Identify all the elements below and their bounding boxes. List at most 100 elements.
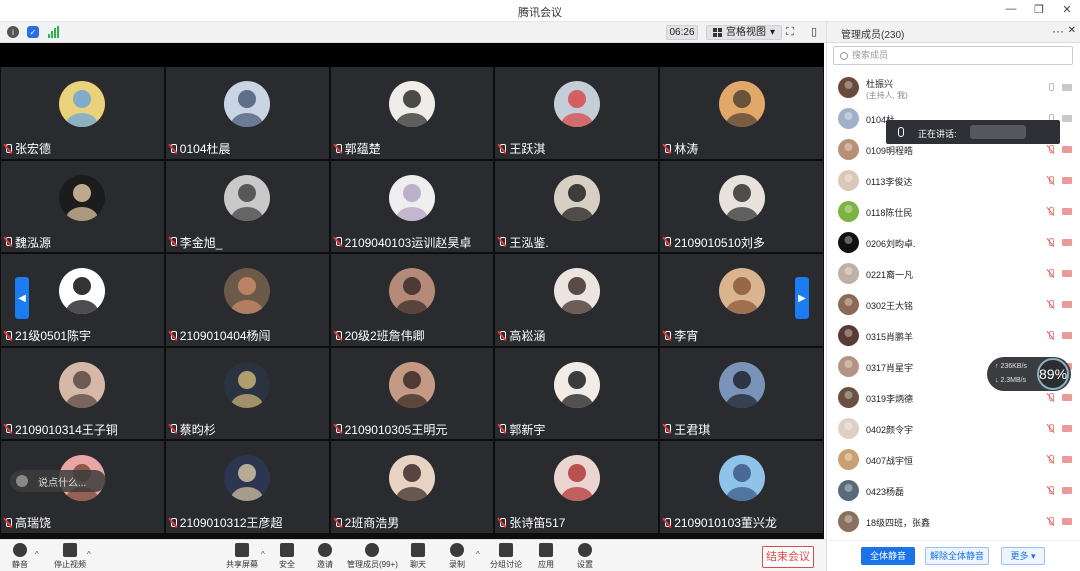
- microphone-icon[interactable]: [1047, 83, 1055, 93]
- participant-tile[interactable]: 王君琪: [660, 347, 823, 440]
- close-panel-icon[interactable]: ✕: [1068, 25, 1076, 36]
- camera-icon[interactable]: [1062, 270, 1072, 277]
- member-row[interactable]: 0206刘昀卓.: [827, 227, 1080, 258]
- restore-icon[interactable]: ❐: [1032, 3, 1046, 16]
- participant-tile[interactable]: 2班商浩男: [330, 441, 494, 533]
- mic-muted-icon[interactable]: [1047, 238, 1055, 248]
- participant-tile[interactable]: 郭新宇: [495, 347, 659, 440]
- chat-button[interactable]: 聊天: [410, 543, 426, 570]
- camera-icon[interactable]: [1062, 146, 1072, 153]
- participant-tile[interactable]: 王跃淇: [495, 67, 659, 159]
- mic-muted-icon[interactable]: [1047, 269, 1055, 279]
- participant-tile[interactable]: 张诗笛517: [495, 441, 659, 533]
- share-options-caret[interactable]: ^: [261, 550, 265, 559]
- member-name: 0109明程皓: [866, 146, 914, 156]
- member-row[interactable]: 0221裔一凡: [827, 258, 1080, 289]
- breakout-button[interactable]: 分组讨论: [490, 543, 522, 570]
- member-search-input[interactable]: 搜索成员: [833, 46, 1073, 65]
- share-screen-button[interactable]: 共享屏幕: [226, 543, 258, 570]
- mic-muted-icon[interactable]: [1047, 393, 1055, 403]
- invite-button[interactable]: 邀请: [317, 543, 333, 570]
- participant-tile[interactable]: 20级2班詹伟卿: [330, 254, 494, 346]
- mic-muted-icon[interactable]: [1047, 486, 1055, 496]
- camera-icon[interactable]: [1062, 301, 1072, 308]
- minimize-icon[interactable]: —: [1004, 3, 1018, 16]
- member-row[interactable]: 杜振兴 (主持人, 我): [827, 72, 1080, 103]
- camera-icon[interactable]: [1062, 518, 1072, 525]
- shield-icon[interactable]: ✓: [27, 26, 39, 38]
- mic-muted-icon[interactable]: [1047, 331, 1055, 341]
- camera-icon[interactable]: [1062, 332, 1072, 339]
- participant-tile[interactable]: 0104杜晨: [165, 67, 329, 159]
- emoji-icon[interactable]: [16, 475, 28, 487]
- fullscreen-icon[interactable]: ⛶: [784, 26, 796, 38]
- camera-icon[interactable]: [1062, 84, 1072, 91]
- member-row[interactable]: 0407战宇恒: [827, 444, 1080, 475]
- mic-muted-icon[interactable]: [1047, 145, 1055, 155]
- mute-all-button[interactable]: 全体静音: [861, 547, 915, 565]
- mic-muted-icon[interactable]: [1047, 424, 1055, 434]
- stop-video-button[interactable]: 停止视频: [54, 543, 86, 570]
- camera-icon[interactable]: [1062, 487, 1072, 494]
- participant-tile[interactable]: 2109040103运训赵昊卓: [330, 160, 494, 253]
- security-button[interactable]: 安全: [279, 543, 295, 570]
- end-meeting-button[interactable]: 结束会议: [762, 546, 814, 568]
- participant-tile[interactable]: 2109010404杨闯: [165, 254, 329, 346]
- prev-page-button[interactable]: ◀: [15, 277, 29, 319]
- camera-icon[interactable]: [1062, 425, 1072, 432]
- participant-tile[interactable]: 2109010314王子铜: [1, 347, 164, 440]
- participant-tile[interactable]: 张宏德: [1, 67, 164, 159]
- settings-button[interactable]: 设置: [577, 543, 593, 570]
- sidebar-toggle-icon[interactable]: ▯: [808, 26, 820, 38]
- participant-tile[interactable]: 2109010103董兴龙: [660, 441, 823, 533]
- participant-tile[interactable]: 王泓鉴.: [495, 160, 659, 253]
- mute-options-caret[interactable]: ^: [35, 550, 39, 559]
- manage-members-button[interactable]: 管理成员(99+): [347, 543, 398, 570]
- quick-chat-input[interactable]: 说点什么...: [10, 470, 106, 492]
- unmute-all-button[interactable]: 解除全体静音: [925, 547, 989, 565]
- participant-tile[interactable]: 2109010305王明元: [330, 347, 494, 440]
- apps-button[interactable]: 应用: [538, 543, 554, 570]
- signal-icon[interactable]: [47, 26, 59, 38]
- member-row[interactable]: 0315肖鹏羊: [827, 320, 1080, 351]
- participant-name: 王泓鉴.: [497, 234, 549, 250]
- member-row[interactable]: 0423杨磊: [827, 475, 1080, 506]
- mic-muted-icon[interactable]: [1047, 207, 1055, 217]
- mic-muted-icon[interactable]: [1047, 176, 1055, 186]
- participant-tile[interactable]: 高崧涵: [495, 254, 659, 346]
- view-mode-button[interactable]: 宫格视图 ▾: [706, 25, 783, 40]
- camera-icon[interactable]: [1062, 115, 1072, 122]
- record-button[interactable]: 录制: [449, 543, 465, 570]
- mic-muted-icon[interactable]: [1047, 517, 1055, 527]
- mic-muted-icon: [497, 517, 507, 529]
- member-row[interactable]: 0402颜令宇: [827, 413, 1080, 444]
- more-options-icon[interactable]: ···: [1052, 24, 1064, 38]
- camera-icon[interactable]: [1062, 394, 1072, 401]
- camera-icon[interactable]: [1062, 177, 1072, 184]
- more-button[interactable]: 更多 ▾: [1001, 547, 1045, 565]
- member-row[interactable]: 18级四班，张鑫: [827, 506, 1080, 537]
- mic-muted-icon[interactable]: [1047, 300, 1055, 310]
- close-icon[interactable]: ✕: [1060, 3, 1074, 16]
- camera-icon[interactable]: [1062, 239, 1072, 246]
- record-options-caret[interactable]: ^: [476, 550, 480, 559]
- participant-tile[interactable]: 蔡昀杉: [165, 347, 329, 440]
- member-row[interactable]: 0113李俊达: [827, 165, 1080, 196]
- participant-tile[interactable]: 2109010312王彦超: [165, 441, 329, 533]
- participant-tile[interactable]: 林涛: [660, 67, 823, 159]
- camera-icon[interactable]: [1062, 456, 1072, 463]
- participant-name: 郭蕴楚: [333, 141, 381, 157]
- participant-tile[interactable]: 李金旭_: [165, 160, 329, 253]
- video-options-caret[interactable]: ^: [87, 550, 91, 559]
- next-page-button[interactable]: ▶: [795, 277, 809, 319]
- participant-tile[interactable]: 魏泓源: [1, 160, 164, 253]
- info-icon[interactable]: i: [7, 26, 19, 38]
- mute-button[interactable]: 静音: [12, 543, 28, 570]
- member-row[interactable]: 0302王大铭: [827, 289, 1080, 320]
- camera-icon[interactable]: [1062, 208, 1072, 215]
- member-row[interactable]: 0118陈仕民: [827, 196, 1080, 227]
- participant-tile[interactable]: 2109010510刘多: [660, 160, 823, 253]
- participant-tile[interactable]: 郭蕴楚: [330, 67, 494, 159]
- mic-muted-icon[interactable]: [1047, 455, 1055, 465]
- network-stats-widget[interactable]: ↑ 236KB/s ↓ 2.3MB/s 89%: [987, 357, 1071, 391]
